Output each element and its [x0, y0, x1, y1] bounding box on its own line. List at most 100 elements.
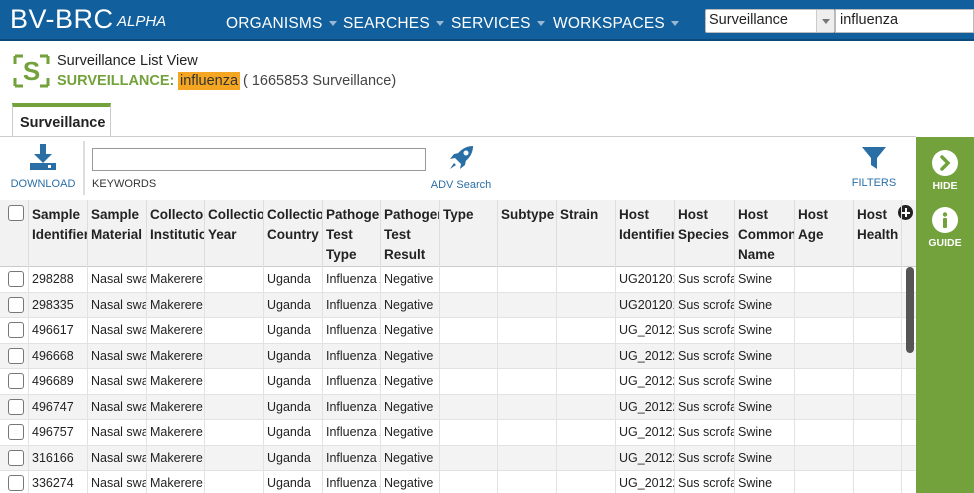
- table-row[interactable]: 496668Nasal swabMakerere UgandaInfluenza …: [0, 343, 916, 369]
- row-checkbox-cell: [0, 267, 29, 292]
- brand-logo-text[interactable]: BV-BRC: [10, 4, 114, 35]
- nav-organisms[interactable]: ORGANISMS: [226, 15, 337, 33]
- column-header-sample-identifier[interactable]: Sample Identifier: [29, 200, 88, 267]
- cell-pathogen-test-result: Negative: [381, 445, 440, 471]
- cell-collector-institution: Makerere: [147, 369, 205, 394]
- table-row[interactable]: 298335Nasal swabMakerere UgandaInfluenza …: [0, 292, 916, 318]
- column-header-host-identifier[interactable]: Host Identifier: [616, 200, 675, 267]
- cell-type: [440, 420, 498, 445]
- surveillance-logo-icon: S: [13, 54, 50, 88]
- table-row[interactable]: 316166Nasal swabMakerere UgandaInfluenza …: [0, 445, 916, 471]
- cell-collection-year: [205, 471, 264, 493]
- cell-pathogen-test-result: Negative: [381, 420, 440, 445]
- cell-pathogen-test-type: Influenza A: [323, 471, 381, 493]
- cell-collection-country: Uganda: [264, 369, 323, 394]
- cell-type: [440, 369, 498, 394]
- cell-pathogen-test-result: Negative: [381, 394, 440, 420]
- cell-strain: [557, 420, 616, 445]
- cell-sample-material: Nasal swab: [88, 471, 147, 493]
- cell-collection-year: [205, 445, 264, 471]
- column-header-type[interactable]: Type: [440, 200, 498, 267]
- cell-subtype: [498, 445, 557, 471]
- row-checkbox[interactable]: [8, 398, 24, 415]
- row-checkbox[interactable]: [8, 271, 24, 287]
- cell-collection-country: Uganda: [264, 420, 323, 445]
- cell-host-common-name: Swine: [735, 318, 795, 343]
- cell-host-common-name: Swine: [735, 369, 795, 394]
- rocket-icon: [450, 146, 473, 169]
- keywords-input[interactable]: [92, 148, 426, 171]
- download-button[interactable]: DOWNLOAD: [10, 143, 76, 190]
- row-checkbox-cell: [0, 445, 29, 471]
- cell-host-identifier: UG_20122: [616, 420, 675, 445]
- column-header-pathogen-test-type[interactable]: Pathogen Test Type: [323, 200, 381, 267]
- table-row[interactable]: 298288Nasal swabMakerere UgandaInfluenza …: [0, 267, 916, 293]
- vertical-scrollbar[interactable]: [906, 267, 914, 353]
- hide-button[interactable]: HIDE: [916, 150, 974, 192]
- cell-host-health: [854, 369, 902, 394]
- row-checkbox[interactable]: [8, 322, 24, 338]
- column-header-collection-country[interactable]: Collection Country: [264, 200, 323, 267]
- cell-type: [440, 318, 498, 343]
- row-checkbox[interactable]: [8, 475, 24, 491]
- nav-searches[interactable]: SEARCHES: [343, 15, 444, 33]
- table-row[interactable]: 496747Nasal swabMakerere UgandaInfluenza …: [0, 394, 916, 420]
- filters-button[interactable]: FILTERS: [850, 145, 898, 189]
- column-header-host-health[interactable]: Host Health: [854, 200, 902, 267]
- guide-button[interactable]: GUIDE: [916, 207, 974, 249]
- nav-workspaces[interactable]: WORKSPACES: [553, 15, 679, 33]
- cell-host-species: Sus scrofa: [675, 471, 735, 493]
- column-header-pathogen-test-result[interactable]: Pathogen Test Result: [381, 200, 440, 267]
- global-search-input[interactable]: influenza: [835, 9, 974, 33]
- column-header-strain[interactable]: Strain: [557, 200, 616, 267]
- chevron-down-icon: [435, 21, 444, 27]
- cell-collection-year: [205, 267, 264, 292]
- results-grid: Sample Identifier Sample Material Collecto…: [0, 200, 916, 493]
- cell-strain: [557, 369, 616, 394]
- row-checkbox-cell: [0, 292, 29, 318]
- cell-sample-material: Nasal swab: [88, 318, 147, 343]
- row-checkbox[interactable]: [8, 296, 24, 313]
- cell-host-age: [795, 471, 854, 493]
- table-row[interactable]: 496689Nasal swabMakerere UgandaInfluenza …: [0, 369, 916, 395]
- cell-host-identifier: UG201201: [616, 267, 675, 292]
- cell-host-health: [854, 394, 902, 420]
- table-row[interactable]: 496757Nasal swabMakerere UgandaInfluenza …: [0, 420, 916, 446]
- row-checkbox[interactable]: [8, 347, 24, 364]
- tab-surveillance[interactable]: Surveillance: [12, 103, 111, 136]
- cell-pathogen-test-type: Influenza A: [323, 420, 381, 445]
- cell-strain: [557, 445, 616, 471]
- column-header-host-common-name[interactable]: Host Common Name: [735, 200, 795, 267]
- search-scope-select[interactable]: Surveillance: [705, 9, 835, 33]
- nav-searches-label: SEARCHES: [343, 15, 430, 32]
- cell-type: [440, 394, 498, 420]
- row-checkbox[interactable]: [8, 449, 24, 466]
- column-header-sample-material[interactable]: Sample Material: [88, 200, 147, 267]
- select-all-checkbox[interactable]: [8, 205, 24, 221]
- cell-host-common-name: Swine: [735, 420, 795, 445]
- column-header-collection-year[interactable]: Collection Year: [205, 200, 264, 267]
- download-icon: [30, 144, 56, 170]
- column-header-host-age[interactable]: Host Age: [795, 200, 854, 267]
- table-row[interactable]: 496617Nasal swabMakerere UgandaInfluenza …: [0, 318, 916, 344]
- table-row[interactable]: 336274Nasal swabMakerere UgandaInfluenza …: [0, 471, 916, 493]
- cell-sample-identifier: 496689: [29, 369, 88, 394]
- row-checkbox-cell: [0, 394, 29, 420]
- row-checkbox[interactable]: [8, 373, 24, 389]
- chevron-down-icon: [536, 21, 545, 27]
- column-header-collector-institution[interactable]: Collector Institution: [147, 200, 205, 267]
- cell-type: [440, 267, 498, 292]
- toolbar-divider: [83, 141, 85, 195]
- chevron-down-icon[interactable]: [816, 10, 834, 32]
- cell-sample-material: Nasal swab: [88, 369, 147, 394]
- cell-host-health: [854, 471, 902, 493]
- cell-host-common-name: Swine: [735, 394, 795, 420]
- cell-collector-institution: Makerere: [147, 445, 205, 471]
- adv-search-button[interactable]: ADV Search: [430, 143, 492, 191]
- cell-sample-material: Nasal swab: [88, 394, 147, 420]
- cell-host-age: [795, 292, 854, 318]
- row-checkbox[interactable]: [8, 424, 24, 440]
- nav-services[interactable]: SERVICES: [451, 15, 545, 33]
- column-header-subtype[interactable]: Subtype: [498, 200, 557, 267]
- column-header-host-species[interactable]: Host Species: [675, 200, 735, 267]
